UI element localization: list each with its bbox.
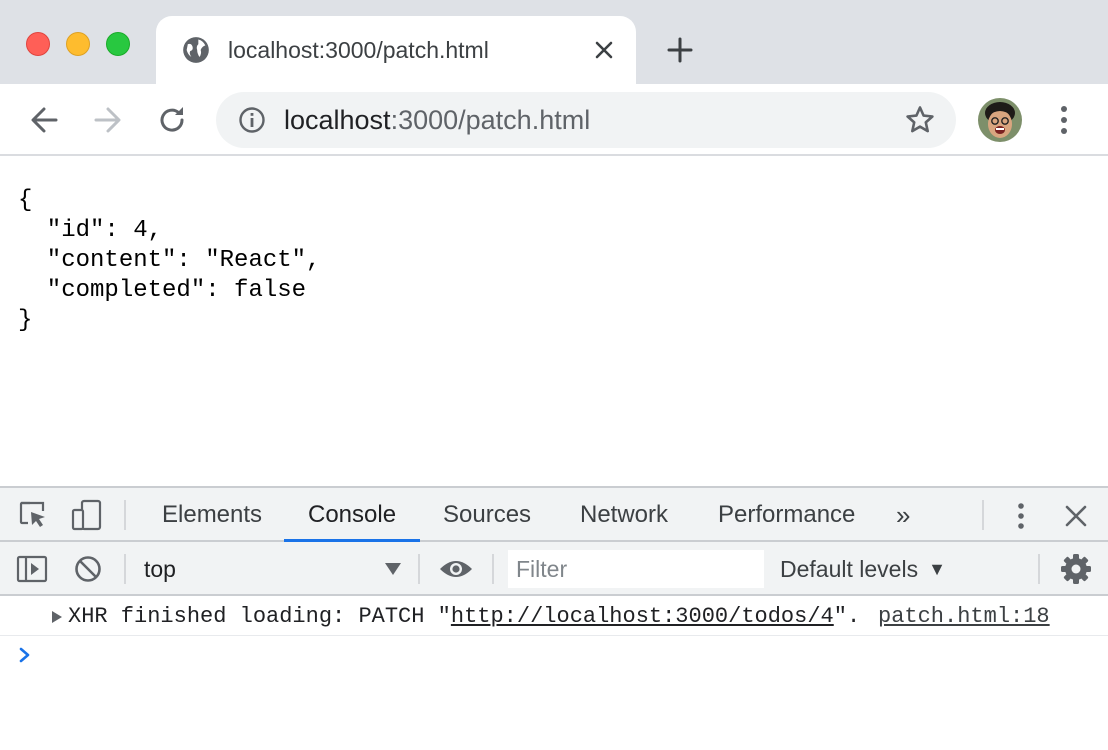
- json-response: { "id": 4, "content": "React", "complete…: [18, 187, 321, 334]
- tab-console[interactable]: Console: [283, 488, 421, 542]
- toolbar-separator: [124, 500, 126, 530]
- live-expression-eye-icon[interactable]: [438, 557, 474, 581]
- chevron-down-icon[interactable]: [384, 562, 402, 576]
- forward-icon[interactable]: [90, 102, 126, 138]
- window-maximize-button[interactable]: [106, 32, 130, 56]
- console-prompt-icon[interactable]: [18, 646, 32, 664]
- device-toolbar-icon[interactable]: [70, 498, 104, 532]
- tab-sources[interactable]: Sources: [443, 488, 531, 542]
- close-devtools-icon[interactable]: [1064, 504, 1088, 528]
- window-close-button[interactable]: [26, 32, 50, 56]
- console-message[interactable]: XHR finished loading: PATCH "http://loca…: [0, 598, 1108, 636]
- sidebar-toggle-icon[interactable]: [16, 555, 48, 583]
- reload-icon[interactable]: [154, 102, 190, 138]
- devtools-menu-icon[interactable]: [1010, 501, 1032, 531]
- caret-down-icon: ▼: [928, 559, 946, 579]
- filter-input[interactable]: [508, 550, 764, 588]
- back-icon[interactable]: [26, 102, 62, 138]
- request-url-link[interactable]: http://localhost:3000/todos/4: [451, 604, 834, 629]
- tab-network[interactable]: Network: [580, 488, 668, 542]
- more-vert-icon[interactable]: [1052, 104, 1076, 136]
- source-link[interactable]: patch.html:18: [878, 598, 1050, 636]
- address-bar[interactable]: localhost:3000/patch.html: [216, 92, 956, 148]
- star-icon[interactable]: [904, 104, 936, 136]
- page-content: { "id": 4, "content": "React", "complete…: [0, 158, 1108, 486]
- toolbar-separator: [418, 554, 420, 584]
- window-minimize-button[interactable]: [66, 32, 90, 56]
- close-icon[interactable]: [592, 38, 616, 62]
- url-path: :3000/patch.html: [390, 105, 591, 135]
- log-prefix: XHR finished loading: PATCH ": [68, 604, 451, 629]
- toolbar-separator: [1038, 554, 1040, 584]
- log-levels-label: Default levels: [780, 556, 919, 582]
- url-host: localhost: [284, 105, 391, 135]
- new-tab-icon[interactable]: [664, 34, 696, 66]
- tab-performance[interactable]: Performance: [718, 488, 855, 542]
- log-suffix: ".: [833, 604, 861, 629]
- toolbar-separator: [982, 500, 984, 530]
- inspect-element-icon[interactable]: [18, 500, 48, 530]
- console-message-text: XHR finished loading: PATCH "http://loca…: [68, 598, 860, 636]
- browser-tab[interactable]: localhost:3000/patch.html: [156, 16, 636, 84]
- more-tabs-button[interactable]: »: [896, 488, 910, 542]
- info-icon[interactable]: [238, 106, 266, 134]
- clear-console-icon[interactable]: [74, 555, 102, 583]
- expand-triangle-icon[interactable]: [52, 611, 62, 623]
- globe-icon: [183, 37, 209, 63]
- context-selector[interactable]: top: [144, 542, 176, 596]
- browser-toolbar: localhost:3000/patch.html: [0, 84, 1108, 156]
- devtools-panel: Elements Console Sources Network Perform…: [0, 486, 1108, 750]
- gear-icon[interactable]: [1060, 553, 1092, 585]
- devtools-tab-bar: Elements Console Sources Network Perform…: [0, 488, 1108, 542]
- tab-elements[interactable]: Elements: [162, 488, 262, 542]
- tab-strip: localhost:3000/patch.html: [0, 0, 1108, 84]
- avatar[interactable]: [978, 98, 1022, 142]
- toolbar-separator: [492, 554, 494, 584]
- log-levels-dropdown[interactable]: Default levels ▼: [780, 542, 946, 596]
- toolbar-separator: [124, 554, 126, 584]
- tab-title: localhost:3000/patch.html: [228, 37, 489, 63]
- console-toolbar: top Default levels ▼: [0, 542, 1108, 596]
- url-text[interactable]: localhost:3000/patch.html: [284, 104, 590, 136]
